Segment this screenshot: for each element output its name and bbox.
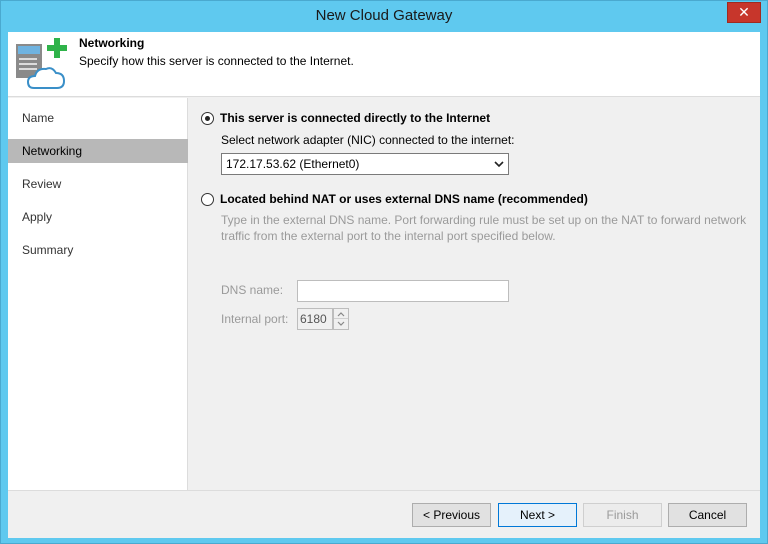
steps-sidebar: Name Networking Review Apply Summary [8, 98, 188, 490]
internal-port-input[interactable]: 6180 [297, 308, 333, 330]
radio-button-checked[interactable] [201, 111, 214, 125]
chevron-up-icon [337, 311, 345, 316]
nat-description-line2: traffic from the external port to the in… [221, 229, 556, 243]
sidebar-item-apply[interactable]: Apply [8, 205, 188, 229]
sidebar-item-summary[interactable]: Summary [8, 238, 188, 262]
title-bar[interactable]: New Cloud Gateway ✕ [1, 1, 767, 32]
spin-up-button[interactable] [334, 309, 348, 319]
internal-port-value: 6180 [300, 312, 327, 326]
window-title: New Cloud Gateway [315, 7, 453, 24]
wizard-window: New Cloud Gateway ✕ Networking Specify h… [0, 0, 768, 544]
wizard-footer: < Previous Next > Finish Cancel [8, 490, 760, 538]
sidebar-item-review[interactable]: Review [8, 172, 188, 196]
internal-port-label: Internal port: [221, 312, 289, 326]
next-button[interactable]: Next > [498, 503, 577, 527]
radio-button-unchecked[interactable] [201, 192, 214, 206]
nic-select[interactable]: 172.17.53.62 (Ethernet0) [221, 153, 509, 175]
page-subtitle: Specify how this server is connected to … [79, 54, 354, 68]
nic-label: Select network adapter (NIC) connected t… [221, 133, 515, 147]
nic-select-value: 172.17.53.62 (Ethernet0) [226, 157, 360, 171]
cancel-button[interactable]: Cancel [668, 503, 747, 527]
client-area: Networking Specify how this server is co… [8, 32, 760, 538]
nat-description-line1: Type in the external DNS name. Port forw… [221, 213, 747, 227]
radio-nat-label[interactable]: Located behind NAT or uses external DNS … [220, 192, 588, 206]
radio-behind-nat[interactable]: Located behind NAT or uses external DNS … [201, 192, 588, 206]
close-icon: ✕ [738, 4, 750, 21]
server-cloud-add-icon [16, 38, 67, 89]
chevron-down-icon [337, 321, 345, 326]
sidebar-item-networking[interactable]: Networking [8, 139, 188, 163]
spin-down-button[interactable] [334, 319, 348, 329]
main-panel: This server is connected directly to the… [189, 98, 760, 490]
sidebar-item-name[interactable]: Name [8, 106, 188, 130]
radio-direct-label[interactable]: This server is connected directly to the… [220, 111, 490, 125]
previous-button[interactable]: < Previous [412, 503, 491, 527]
wizard-header: Networking Specify how this server is co… [8, 32, 760, 97]
dns-name-input[interactable] [297, 280, 509, 302]
page-title: Networking [79, 36, 145, 50]
internal-port-stepper[interactable] [333, 308, 349, 330]
finish-button[interactable]: Finish [583, 503, 662, 527]
close-button[interactable]: ✕ [727, 2, 761, 23]
dns-name-label: DNS name: [221, 283, 284, 297]
chevron-down-icon [494, 161, 504, 168]
radio-direct-internet[interactable]: This server is connected directly to the… [201, 111, 490, 125]
